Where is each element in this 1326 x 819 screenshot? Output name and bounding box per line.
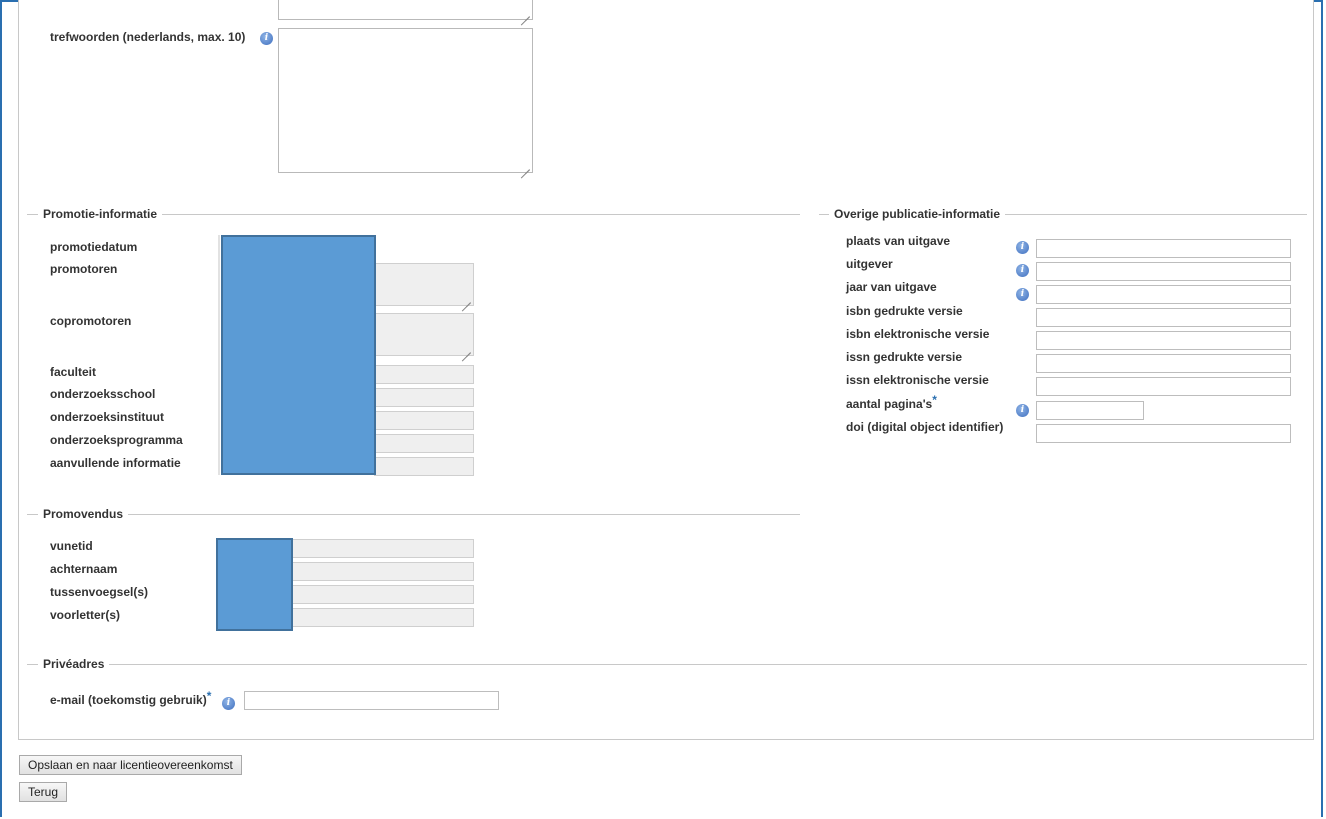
additional-info-label: aanvullende informatie <box>50 456 181 470</box>
info-icon[interactable]: i <box>222 697 235 710</box>
publisher-label: uitgever <box>846 257 893 271</box>
info-icon[interactable]: i <box>1016 264 1029 277</box>
additional-info-input[interactable] <box>374 457 474 476</box>
keywords-nl-label: trefwoorden (nederlands, max. 10) <box>50 30 246 44</box>
vunetid-input[interactable] <box>292 539 474 558</box>
research-institute-label: onderzoeksinstituut <box>50 410 165 424</box>
info-icon[interactable]: i <box>1016 241 1029 254</box>
isbn-electronic-input[interactable] <box>1036 331 1291 350</box>
required-marker: * <box>206 689 212 703</box>
keywords-nl-textarea[interactable] <box>278 28 533 173</box>
isbn-electronic-label: isbn elektronische versie <box>846 327 990 341</box>
initials-label: voorletter(s) <box>50 608 121 622</box>
isbn-print-label: isbn gedrukte versie <box>846 304 963 318</box>
infix-label: tussenvoegsel(s) <box>50 585 149 599</box>
issn-electronic-label: issn elektronische versie <box>846 373 989 387</box>
form-panel: trefwoorden (nederlands, max. 10) i Prom… <box>18 0 1314 740</box>
research-institute-input[interactable] <box>374 411 474 430</box>
research-school-input[interactable] <box>374 388 474 407</box>
email-label-text: e-mail (toekomstig gebruik) <box>50 693 207 707</box>
promotion-date-label: promotiedatum <box>50 240 138 254</box>
research-school-label: onderzoeksschool <box>50 387 156 401</box>
redaction-block <box>221 235 376 475</box>
research-program-label: onderzoeksprogramma <box>50 433 183 447</box>
info-icon[interactable]: i <box>1016 288 1029 301</box>
infix-input[interactable] <box>292 585 474 604</box>
copromotors-label: copromotoren <box>50 314 132 328</box>
candidate-legend: Promovendus <box>38 507 129 521</box>
year-label: jaar van uitgave <box>846 280 937 294</box>
promotors-textarea[interactable] <box>374 263 474 306</box>
field-edge <box>218 235 220 475</box>
issn-electronic-input[interactable] <box>1036 377 1291 396</box>
faculty-label: faculteit <box>50 365 97 379</box>
pages-label: aantal pagina's* <box>846 393 937 411</box>
place-input[interactable] <box>1036 239 1291 258</box>
resize-grip-icon[interactable] <box>462 344 471 353</box>
abstract-textarea[interactable] <box>278 0 533 20</box>
required-marker: * <box>932 393 937 407</box>
resize-grip-icon[interactable] <box>521 8 530 17</box>
doi-label: doi (digital object identifier) <box>846 420 1004 434</box>
pages-label-text: aantal pagina's <box>846 397 933 411</box>
surname-label: achternaam <box>50 562 118 576</box>
save-and-license-button[interactable]: Opslaan en naar licentieovereenkomst <box>19 755 242 775</box>
info-icon[interactable]: i <box>260 32 273 45</box>
surname-input[interactable] <box>292 562 474 581</box>
promotors-label: promotoren <box>50 262 118 276</box>
promotion-legend: Promotie-informatie <box>38 207 163 221</box>
copromotors-textarea[interactable] <box>374 313 474 356</box>
resize-grip-icon[interactable] <box>462 294 471 303</box>
isbn-print-input[interactable] <box>1036 308 1291 327</box>
initials-input[interactable] <box>292 608 474 627</box>
research-program-input[interactable] <box>374 434 474 453</box>
redaction-block <box>216 538 293 631</box>
back-button[interactable]: Terug <box>19 782 68 802</box>
issn-print-label: issn gedrukte versie <box>846 350 963 364</box>
publisher-input[interactable] <box>1036 262 1291 281</box>
vunetid-label: vunetid <box>50 539 93 553</box>
year-input[interactable] <box>1036 285 1291 304</box>
email-label: e-mail (toekomstig gebruik)* <box>50 689 211 707</box>
info-icon[interactable]: i <box>1016 404 1029 417</box>
fieldset-border <box>27 664 1307 665</box>
fieldset-border <box>27 514 800 515</box>
email-input[interactable] <box>244 691 499 710</box>
doi-input[interactable] <box>1036 424 1291 443</box>
resize-grip-icon[interactable] <box>521 161 530 170</box>
private-address-legend: Privéadres <box>38 657 110 671</box>
place-label: plaats van uitgave <box>846 234 951 248</box>
pages-input[interactable] <box>1036 401 1144 420</box>
faculty-input[interactable] <box>374 365 474 384</box>
other-publication-legend: Overige publicatie-informatie <box>829 207 1006 221</box>
issn-print-input[interactable] <box>1036 354 1291 373</box>
